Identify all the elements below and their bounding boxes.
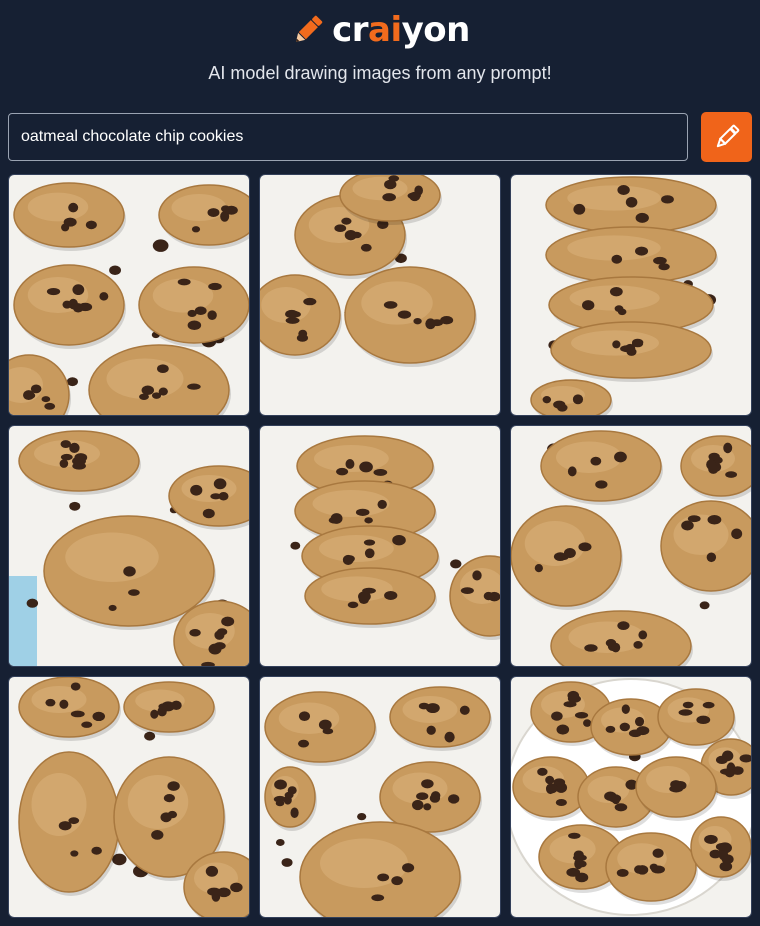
- craiyon-logo[interactable]: craiyon: [0, 8, 760, 52]
- result-image-4[interactable]: [8, 425, 250, 667]
- result-image-7[interactable]: [8, 676, 250, 918]
- cookie-image: [9, 426, 249, 666]
- prompt-input[interactable]: [8, 113, 688, 161]
- cookie-image: [260, 175, 500, 415]
- tagline: AI model drawing images from any prompt!: [208, 63, 552, 83]
- cookie-image: [260, 677, 500, 917]
- cookie-image: [511, 175, 751, 415]
- prompt-bar: [8, 112, 752, 162]
- result-image-1[interactable]: [8, 174, 250, 416]
- cookie-image: [511, 426, 751, 666]
- result-image-3[interactable]: [510, 174, 752, 416]
- cookie-image: [511, 677, 751, 917]
- cookie-image: [9, 677, 249, 917]
- logo-wordmark: craiyon: [332, 10, 470, 50]
- result-image-9[interactable]: [510, 676, 752, 918]
- result-image-5[interactable]: [259, 425, 501, 667]
- header: craiyon AI model drawing images from any…: [0, 0, 760, 100]
- pencil-icon: [716, 124, 739, 148]
- draw-button[interactable]: [701, 112, 752, 162]
- result-image-8[interactable]: [259, 676, 501, 918]
- pencil-icon: [296, 15, 323, 43]
- result-image-6[interactable]: [510, 425, 752, 667]
- result-image-2[interactable]: [259, 174, 501, 416]
- results-grid: [8, 174, 752, 918]
- cookie-image: [260, 426, 500, 666]
- cookie-image: [9, 175, 249, 415]
